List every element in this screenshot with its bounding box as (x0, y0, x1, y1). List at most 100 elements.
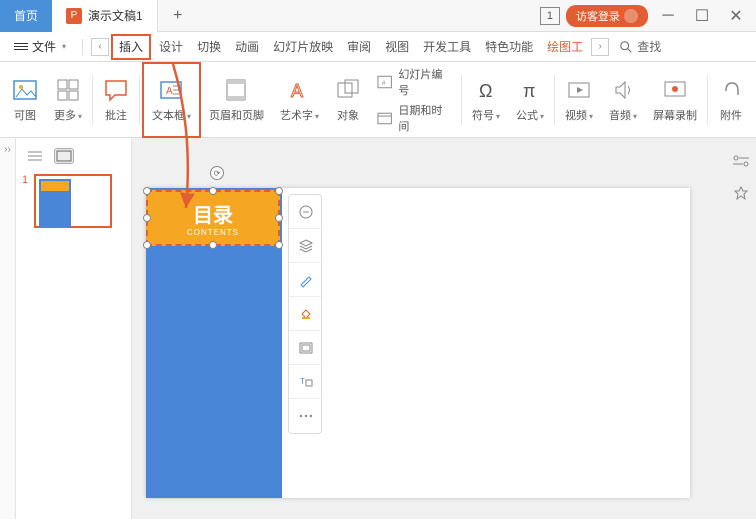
thumb-tools (16, 144, 131, 174)
handle-s[interactable] (209, 241, 217, 249)
login-button[interactable]: 访客登录 (566, 5, 648, 27)
separator (92, 75, 93, 125)
audio-icon (610, 77, 636, 103)
canvas[interactable]: ⟳ 目录 CONTENTS T (132, 138, 756, 519)
menu-tab-devtools[interactable]: 开发工具 (417, 32, 477, 62)
hamburger-icon (14, 41, 28, 52)
tab-document[interactable]: P 演示文稿1 (52, 0, 158, 32)
close-button[interactable]: ✕ (722, 4, 750, 28)
picture-icon (12, 77, 38, 103)
search-label: 查找 (637, 38, 661, 55)
menu-tab-insert[interactable]: 插入 (111, 34, 151, 60)
handle-n[interactable] (209, 187, 217, 195)
ribbon-record[interactable]: 屏幕录制 (645, 62, 705, 138)
headerfooter-icon (223, 77, 249, 103)
floating-toolbar: T (288, 194, 322, 434)
handle-nw[interactable] (143, 187, 151, 195)
menu-tab-transition[interactable]: 切换 (191, 32, 227, 62)
thumbnail-row[interactable]: 1 (16, 174, 131, 228)
float-frame[interactable] (289, 331, 323, 365)
thumb-preview-bar (41, 181, 69, 191)
ribbon-picture[interactable]: 可图 (4, 62, 46, 138)
divider (82, 39, 83, 55)
document-title: 演示文稿1 (88, 7, 143, 24)
editor-area: ›› 1 ⟳ 目录 CONTENTS (0, 138, 756, 519)
panel-toggle[interactable]: ›› (0, 138, 16, 519)
textbox-title: 目录 (193, 199, 233, 228)
ribbon-video-label: 视频▾ (565, 107, 593, 123)
rotate-handle[interactable]: ⟳ (210, 166, 224, 180)
ribbon-formula[interactable]: π 公式▾ (508, 62, 552, 138)
slide-view-icon[interactable] (54, 148, 74, 164)
separator (707, 75, 708, 125)
float-bucket[interactable] (289, 297, 323, 331)
ribbon-slidenum[interactable]: # 幻灯片编号 (377, 66, 451, 98)
ribbon-video[interactable]: 视频▾ (557, 62, 601, 138)
menu-tab-drawing[interactable]: 绘图工 (541, 32, 589, 62)
search-icon (619, 40, 633, 54)
handle-se[interactable] (275, 241, 283, 249)
ribbon-record-label: 屏幕录制 (653, 107, 697, 123)
tab-home[interactable]: 首页 (0, 0, 52, 32)
ribbon-formula-label: 公式▾ (516, 107, 544, 123)
ribbon-attach[interactable]: 附件 (710, 62, 752, 138)
ribbon-datetime[interactable]: 日期和时间 (377, 102, 451, 134)
float-text[interactable]: T (289, 365, 323, 399)
ribbon-headerfooter[interactable]: 页眉和页脚 (201, 62, 272, 138)
float-layers[interactable] (289, 229, 323, 263)
search-button[interactable]: 查找 (619, 38, 661, 55)
file-menu[interactable]: 文件 ▾ (6, 38, 74, 55)
menu-tab-features[interactable]: 特色功能 (479, 32, 539, 62)
ribbon-comment[interactable]: 批注 (95, 62, 137, 138)
float-brush[interactable] (289, 263, 323, 297)
menu-tab-review[interactable]: 审阅 (341, 32, 377, 62)
thumbnail-panel: 1 (16, 138, 132, 519)
comment-icon (103, 77, 129, 103)
ribbon-comment-label: 批注 (105, 107, 127, 123)
right-tools (726, 138, 756, 202)
ribbon-textbox[interactable]: A 文本框▾ (142, 62, 201, 138)
ribbon-symbol[interactable]: Ω 符号▾ (464, 62, 508, 138)
menu-tab-slideshow[interactable]: 幻灯片放映 (267, 32, 339, 62)
settings-icon[interactable] (732, 152, 750, 170)
ribbon-attach-label: 附件 (720, 107, 742, 123)
ribbon-audio[interactable]: 音频▾ (601, 62, 645, 138)
nav-prev[interactable]: ‹ (91, 38, 109, 56)
attach-icon (718, 77, 744, 103)
ribbon-more[interactable]: 更多▾ (46, 62, 90, 138)
menu-tab-design[interactable]: 设计 (153, 32, 189, 62)
maximize-button[interactable]: ☐ (688, 4, 716, 28)
handle-sw[interactable] (143, 241, 151, 249)
ribbon-object[interactable]: 对象 (327, 62, 369, 138)
favorite-icon[interactable] (732, 184, 750, 202)
notification-badge[interactable]: 1 (540, 7, 560, 25)
minimize-button[interactable]: ─ (654, 4, 682, 28)
ribbon-audio-label: 音频▾ (609, 107, 637, 123)
tab-add[interactable]: + (158, 0, 198, 32)
menu-bar: 文件 ▾ ‹ 插入 设计 切换 动画 幻灯片放映 审阅 视图 开发工具 特色功能… (0, 32, 756, 62)
float-collapse[interactable] (289, 195, 323, 229)
thumbnail-slide-1[interactable] (34, 174, 112, 228)
selected-textbox[interactable]: 目录 CONTENTS (146, 190, 280, 246)
svg-text:π: π (523, 81, 535, 101)
object-icon (335, 77, 361, 103)
float-more[interactable] (289, 399, 323, 433)
handle-w[interactable] (143, 214, 151, 222)
menu-tab-animation[interactable]: 动画 (229, 32, 265, 62)
ribbon-wordart-label: 艺术字▾ (280, 107, 319, 123)
video-icon (566, 77, 592, 103)
symbol-icon: Ω (473, 77, 499, 103)
textbox-icon: A (158, 77, 184, 103)
title-bar: 首页 P 演示文稿1 + 1 访客登录 ─ ☐ ✕ (0, 0, 756, 32)
outline-view-icon[interactable] (26, 148, 46, 164)
ribbon-symbol-label: 符号▾ (472, 107, 500, 123)
ribbon-wordart[interactable]: A 艺术字▾ (272, 62, 327, 138)
caret-down-icon: ▾ (62, 42, 66, 51)
menu-tab-view[interactable]: 视图 (379, 32, 415, 62)
handle-e[interactable] (275, 214, 283, 222)
avatar-icon (624, 9, 638, 23)
handle-ne[interactable] (275, 187, 283, 195)
nav-next[interactable]: › (591, 38, 609, 56)
slidenum-icon: # (377, 74, 392, 90)
svg-text:Ω: Ω (479, 81, 492, 101)
